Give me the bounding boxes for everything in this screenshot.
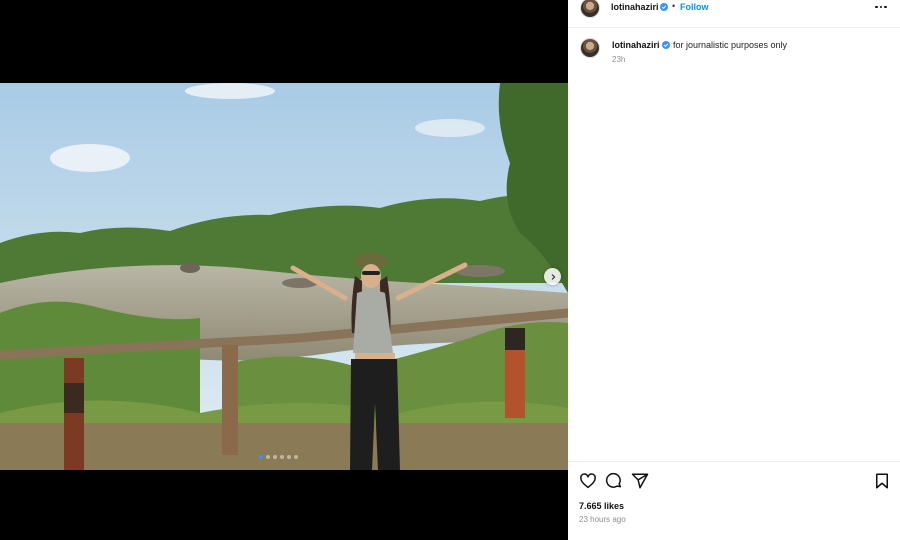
carousel-next-button[interactable] (544, 268, 561, 285)
caption-text: for journalistic purposes only (673, 40, 788, 50)
post-header: lotinahaziri • Follow (568, 0, 900, 28)
carousel-dot (287, 455, 291, 459)
post-media-pane (0, 0, 568, 540)
comment-button[interactable] (605, 472, 623, 490)
paper-plane-icon (631, 473, 649, 489)
post-timestamp[interactable]: 23 hours ago (579, 515, 626, 524)
likes-count[interactable]: 7.665 likes (579, 501, 624, 511)
like-button[interactable] (579, 472, 597, 490)
caption-timestamp[interactable]: 23h (612, 55, 625, 64)
heart-icon (580, 473, 596, 489)
separator-dot: • (672, 1, 676, 11)
save-button[interactable] (873, 472, 891, 490)
more-options-icon[interactable] (873, 2, 889, 12)
avatar[interactable] (580, 0, 600, 18)
share-button[interactable] (631, 472, 649, 490)
chevron-right-icon (551, 273, 555, 280)
post-photo[interactable] (0, 83, 568, 470)
caption-avatar[interactable] (580, 38, 600, 58)
caption-username-link[interactable]: lotinahaziri (612, 40, 660, 50)
username-link[interactable]: lotinahaziri (611, 2, 659, 12)
post-actions-footer: 7.665 likes 23 hours ago (568, 461, 900, 540)
carousel-dot (273, 455, 277, 459)
bookmark-icon (876, 473, 888, 489)
verified-badge-icon (662, 41, 670, 49)
comment-icon (605, 472, 622, 488)
follow-button[interactable]: Follow (680, 2, 709, 12)
carousel-dot (280, 455, 284, 459)
carousel-dot (259, 455, 263, 459)
carousel-dot (266, 455, 270, 459)
carousel-indicator (259, 455, 298, 459)
post-detail-pane: lotinahaziri • Follow lotinahaziri for j… (568, 0, 900, 540)
safari-river-photo (0, 83, 568, 470)
verified-badge-icon (660, 3, 668, 11)
carousel-dot (294, 455, 298, 459)
